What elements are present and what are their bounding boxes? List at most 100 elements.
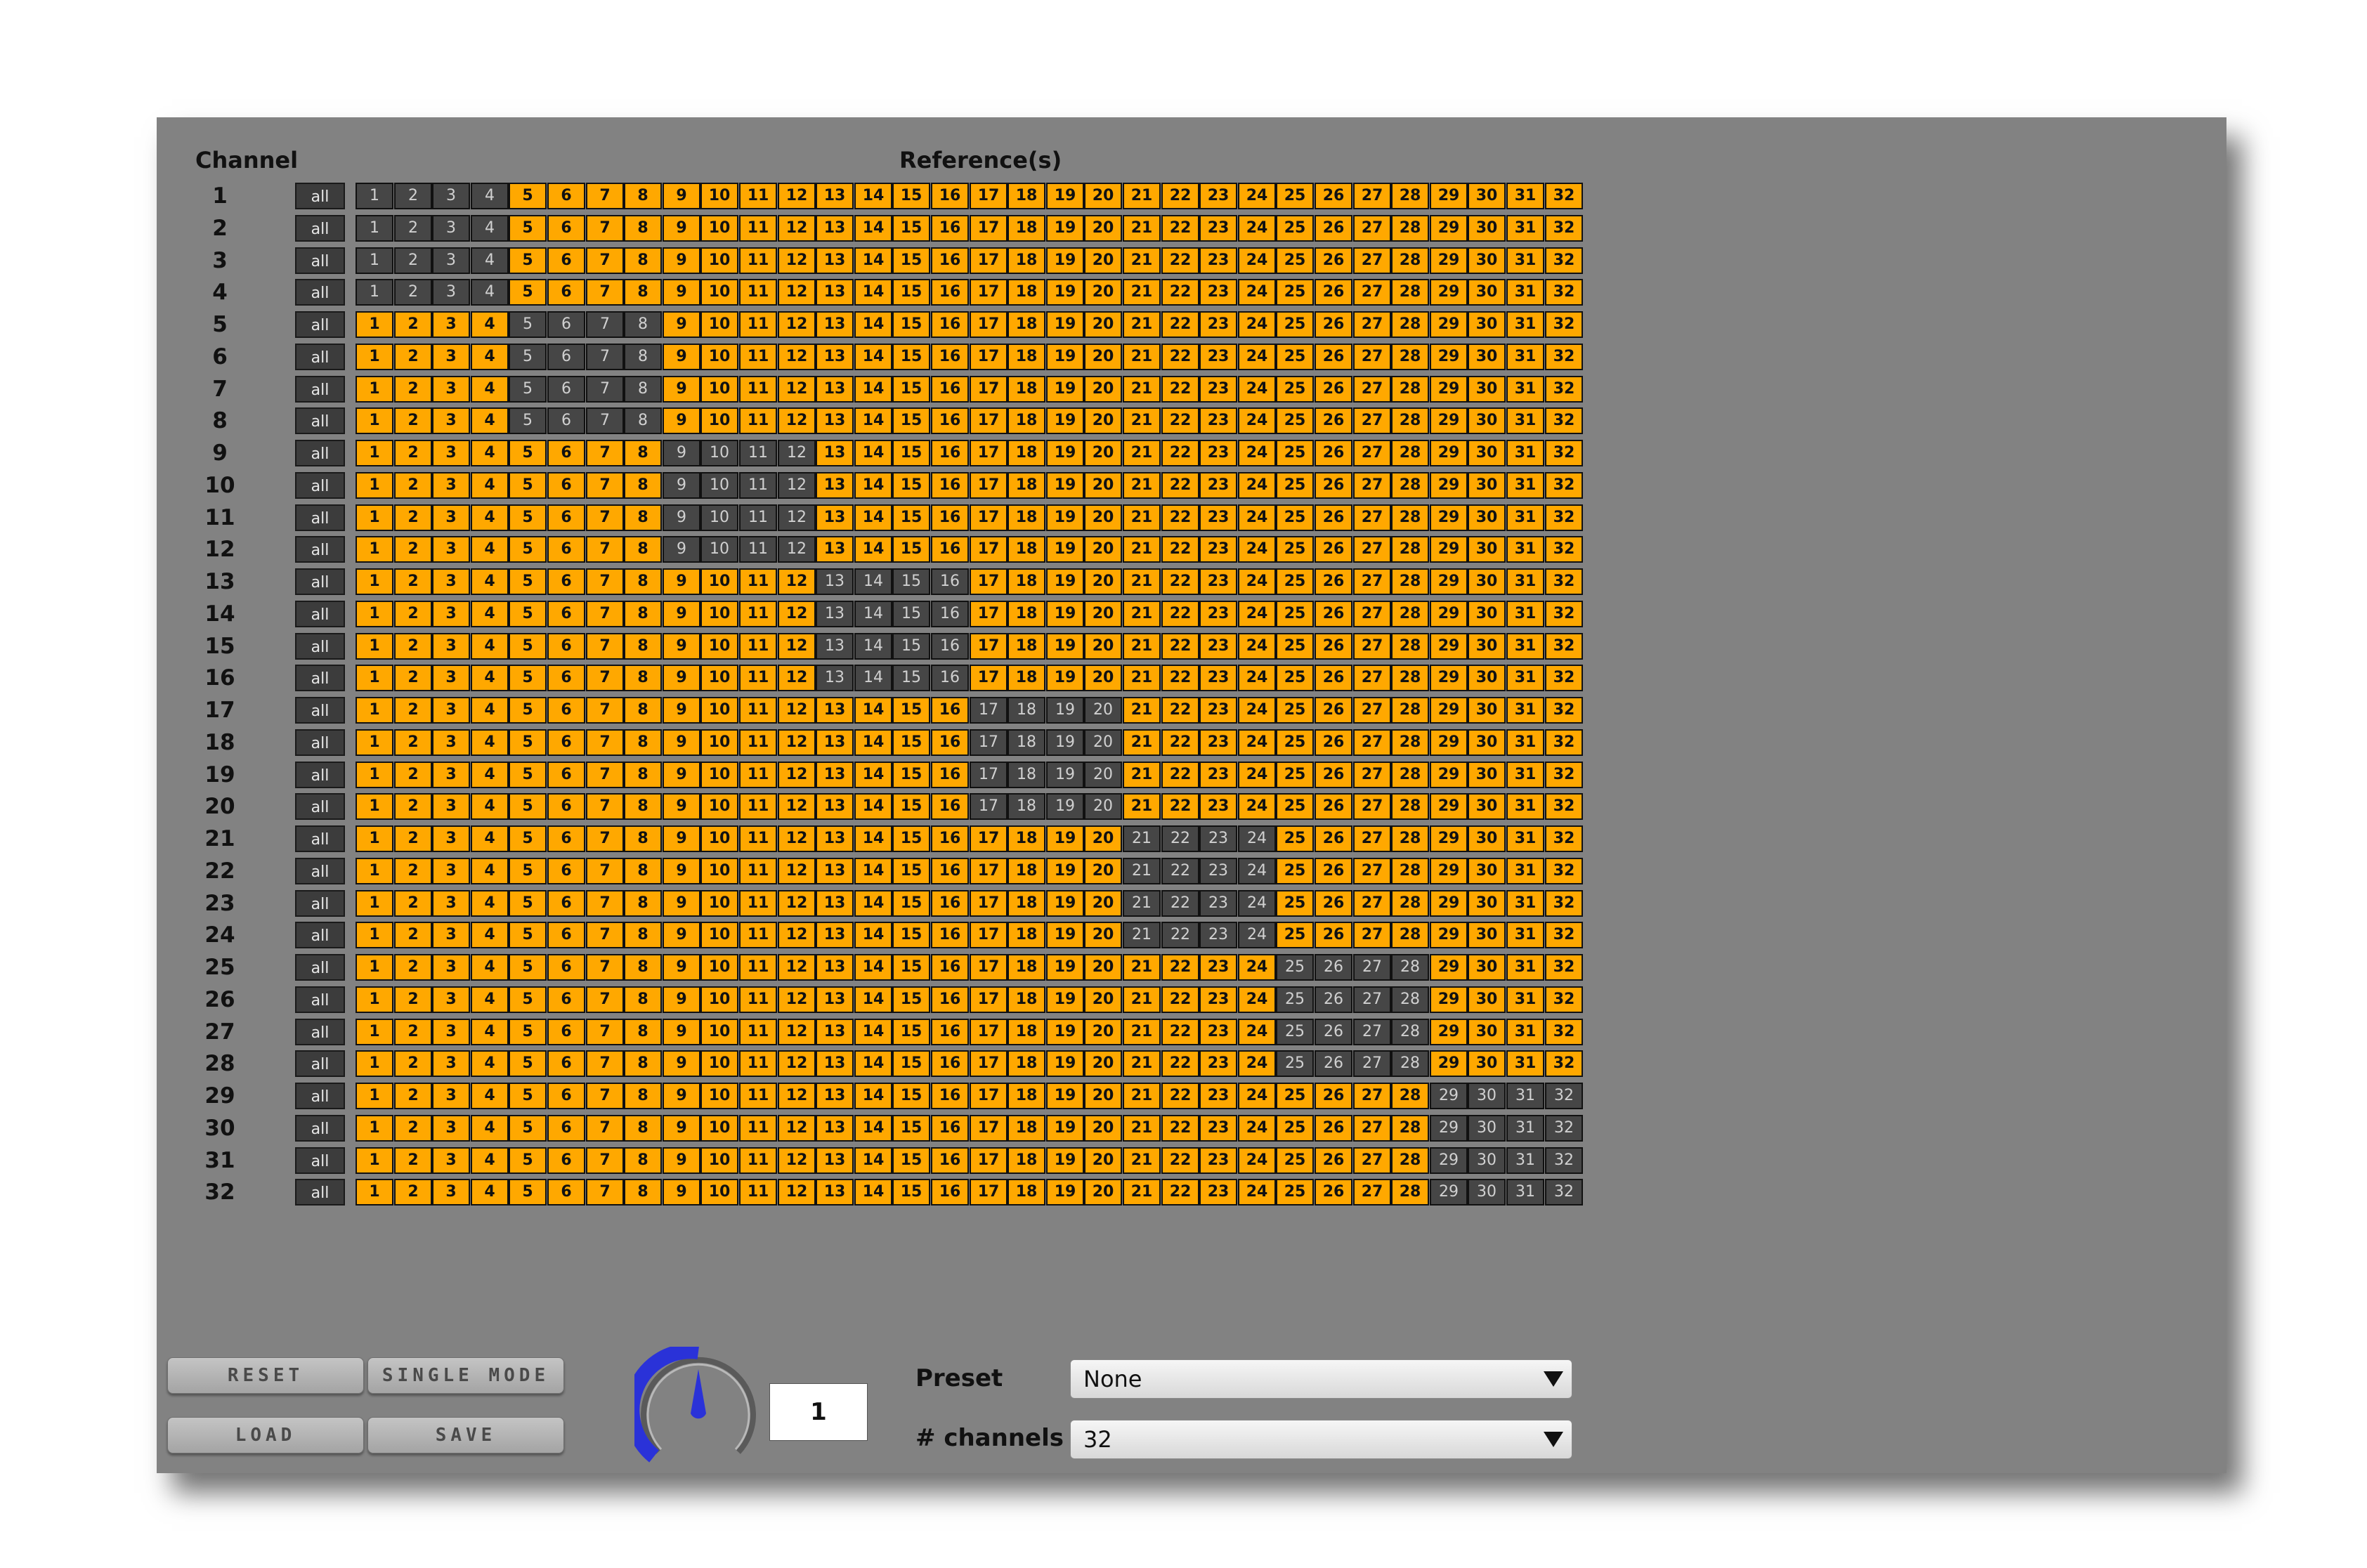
reference-cell-6[interactable]: 6 bbox=[547, 1146, 585, 1174]
reference-cell-12[interactable]: 12 bbox=[778, 922, 816, 949]
reference-cell-26[interactable]: 26 bbox=[1315, 986, 1352, 1013]
reference-cell-7[interactable]: 7 bbox=[586, 471, 624, 499]
reference-cell-11[interactable]: 11 bbox=[739, 922, 777, 949]
reference-cell-1[interactable]: 1 bbox=[356, 761, 393, 788]
reference-cell-20[interactable]: 20 bbox=[1084, 1114, 1122, 1142]
reference-cell-3[interactable]: 3 bbox=[432, 407, 470, 435]
reference-cell-23[interactable]: 23 bbox=[1199, 1114, 1237, 1142]
reference-cell-23[interactable]: 23 bbox=[1199, 343, 1237, 370]
reference-cell-29[interactable]: 29 bbox=[1430, 471, 1468, 499]
reference-cell-23[interactable]: 23 bbox=[1199, 471, 1237, 499]
reference-cell-10[interactable]: 10 bbox=[700, 407, 738, 435]
reference-cell-1[interactable]: 1 bbox=[356, 279, 393, 306]
reference-cell-2[interactable]: 2 bbox=[394, 407, 432, 435]
reference-cell-30[interactable]: 30 bbox=[1468, 375, 1506, 403]
reference-cell-3[interactable]: 3 bbox=[432, 1083, 470, 1109]
reference-cell-10[interactable]: 10 bbox=[700, 183, 738, 209]
reference-cell-22[interactable]: 22 bbox=[1161, 375, 1199, 403]
reference-cell-26[interactable]: 26 bbox=[1315, 279, 1352, 306]
reference-cell-15[interactable]: 15 bbox=[892, 183, 930, 209]
reference-cell-14[interactable]: 14 bbox=[854, 568, 892, 595]
reference-cell-26[interactable]: 26 bbox=[1315, 1114, 1352, 1142]
reset-button[interactable]: RESET bbox=[167, 1357, 364, 1394]
reference-cell-5[interactable]: 5 bbox=[509, 407, 547, 435]
reference-cell-4[interactable]: 4 bbox=[471, 214, 509, 242]
reference-cell-14[interactable]: 14 bbox=[854, 1179, 892, 1206]
reference-cell-8[interactable]: 8 bbox=[624, 632, 662, 660]
reference-cell-22[interactable]: 22 bbox=[1161, 825, 1199, 852]
reference-cell-3[interactable]: 3 bbox=[432, 600, 470, 627]
reference-cell-14[interactable]: 14 bbox=[854, 665, 892, 692]
reference-cell-16[interactable]: 16 bbox=[931, 600, 969, 627]
reference-cell-1[interactable]: 1 bbox=[356, 311, 393, 338]
reference-cell-23[interactable]: 23 bbox=[1199, 857, 1237, 884]
reference-cell-31[interactable]: 31 bbox=[1506, 568, 1544, 595]
reference-cell-23[interactable]: 23 bbox=[1199, 311, 1237, 338]
reference-cell-26[interactable]: 26 bbox=[1315, 825, 1352, 852]
reference-cell-16[interactable]: 16 bbox=[931, 954, 969, 981]
reference-cell-19[interactable]: 19 bbox=[1046, 311, 1084, 338]
reference-cell-10[interactable]: 10 bbox=[700, 1114, 738, 1142]
reference-cell-19[interactable]: 19 bbox=[1046, 761, 1084, 788]
reference-cell-13[interactable]: 13 bbox=[816, 889, 854, 917]
reference-cell-7[interactable]: 7 bbox=[586, 1114, 624, 1142]
reference-cell-7[interactable]: 7 bbox=[586, 214, 624, 242]
reference-cell-12[interactable]: 12 bbox=[778, 954, 816, 981]
reference-cell-7[interactable]: 7 bbox=[586, 889, 624, 917]
reference-cell-14[interactable]: 14 bbox=[854, 729, 892, 756]
reference-cell-17[interactable]: 17 bbox=[970, 279, 1008, 306]
reference-cell-28[interactable]: 28 bbox=[1391, 343, 1429, 370]
reference-cell-18[interactable]: 18 bbox=[1008, 729, 1045, 756]
reference-cell-24[interactable]: 24 bbox=[1238, 761, 1276, 788]
reference-cell-24[interactable]: 24 bbox=[1238, 954, 1276, 981]
reference-cell-28[interactable]: 28 bbox=[1391, 1083, 1429, 1109]
reference-cell-5[interactable]: 5 bbox=[509, 922, 547, 949]
reference-cell-26[interactable]: 26 bbox=[1315, 697, 1352, 724]
reference-cell-13[interactable]: 13 bbox=[816, 1114, 854, 1142]
reference-cell-5[interactable]: 5 bbox=[509, 504, 547, 531]
reference-cell-6[interactable]: 6 bbox=[547, 1018, 585, 1045]
reference-cell-25[interactable]: 25 bbox=[1276, 632, 1314, 660]
reference-cell-12[interactable]: 12 bbox=[778, 761, 816, 788]
reference-cell-16[interactable]: 16 bbox=[931, 761, 969, 788]
reference-cell-30[interactable]: 30 bbox=[1468, 761, 1506, 788]
reference-cell-21[interactable]: 21 bbox=[1123, 1018, 1161, 1045]
reference-cell-24[interactable]: 24 bbox=[1238, 536, 1276, 563]
reference-cell-19[interactable]: 19 bbox=[1046, 825, 1084, 852]
reference-cell-26[interactable]: 26 bbox=[1315, 954, 1352, 981]
reference-cell-6[interactable]: 6 bbox=[547, 214, 585, 242]
reference-cell-20[interactable]: 20 bbox=[1084, 665, 1122, 692]
reference-cell-9[interactable]: 9 bbox=[663, 1146, 700, 1174]
reference-cell-25[interactable]: 25 bbox=[1276, 889, 1314, 917]
reference-cell-8[interactable]: 8 bbox=[624, 889, 662, 917]
reference-cell-31[interactable]: 31 bbox=[1506, 407, 1544, 435]
reference-cell-25[interactable]: 25 bbox=[1276, 922, 1314, 949]
select-all-button[interactable]: all bbox=[295, 761, 345, 788]
reference-cell-17[interactable]: 17 bbox=[970, 311, 1008, 338]
reference-cell-31[interactable]: 31 bbox=[1506, 697, 1544, 724]
reference-cell-31[interactable]: 31 bbox=[1506, 600, 1544, 627]
reference-cell-24[interactable]: 24 bbox=[1238, 922, 1276, 949]
reference-cell-5[interactable]: 5 bbox=[509, 1050, 547, 1078]
reference-cell-26[interactable]: 26 bbox=[1315, 1050, 1352, 1078]
reference-cell-11[interactable]: 11 bbox=[739, 729, 777, 756]
reference-cell-12[interactable]: 12 bbox=[778, 279, 816, 306]
reference-cell-20[interactable]: 20 bbox=[1084, 857, 1122, 884]
reference-cell-11[interactable]: 11 bbox=[739, 536, 777, 563]
reference-cell-13[interactable]: 13 bbox=[816, 1179, 854, 1206]
select-all-button[interactable]: all bbox=[295, 954, 345, 981]
reference-cell-5[interactable]: 5 bbox=[509, 600, 547, 627]
reference-cell-8[interactable]: 8 bbox=[624, 375, 662, 403]
reference-cell-17[interactable]: 17 bbox=[970, 761, 1008, 788]
reference-cell-6[interactable]: 6 bbox=[547, 825, 585, 852]
reference-cell-8[interactable]: 8 bbox=[624, 665, 662, 692]
reference-cell-32[interactable]: 32 bbox=[1545, 729, 1583, 756]
reference-cell-26[interactable]: 26 bbox=[1315, 183, 1352, 209]
reference-cell-5[interactable]: 5 bbox=[509, 568, 547, 595]
reference-cell-12[interactable]: 12 bbox=[778, 247, 816, 274]
select-all-button[interactable]: all bbox=[295, 986, 345, 1013]
reference-cell-32[interactable]: 32 bbox=[1545, 183, 1583, 209]
reference-cell-3[interactable]: 3 bbox=[432, 922, 470, 949]
reference-cell-14[interactable]: 14 bbox=[854, 697, 892, 724]
reference-cell-7[interactable]: 7 bbox=[586, 986, 624, 1013]
